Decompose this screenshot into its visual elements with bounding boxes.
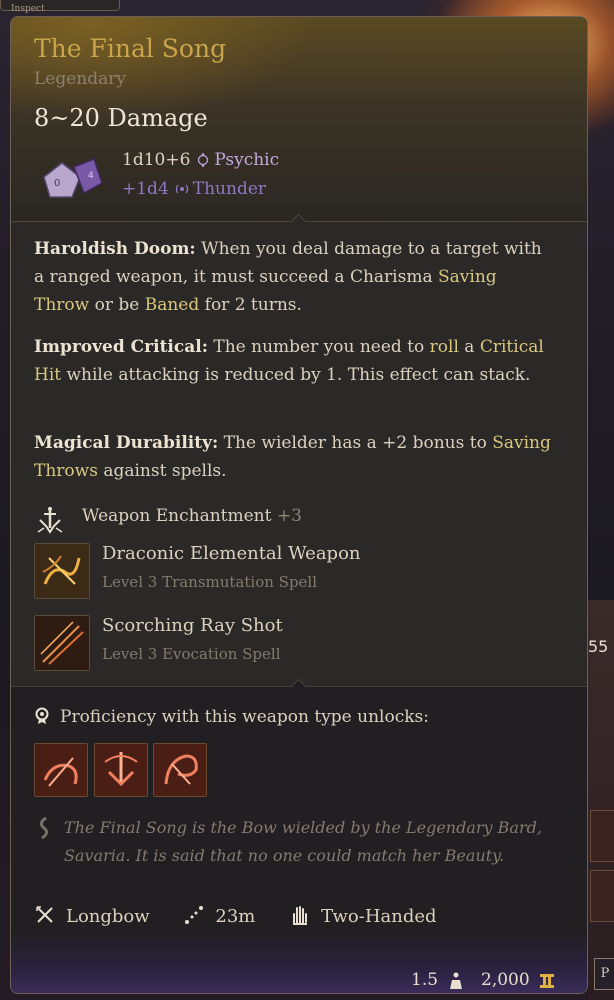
inspect-tab[interactable]: Inspect — [0, 0, 120, 14]
passive-name: Haroldish Doom: — [34, 239, 196, 259]
spell-scorching-ray-shot[interactable]: Scorching Ray Shot Level 3 Evocation Spe… — [34, 615, 554, 671]
property-two-handed: Two-Handed — [289, 904, 437, 927]
dice-value: +1d4 — [122, 179, 169, 199]
proficiency-icon — [35, 707, 49, 724]
weapon-action-icon[interactable] — [94, 743, 148, 797]
svg-text:4: 4 — [88, 171, 94, 181]
spell-level: Level 3 Evocation Spell — [102, 645, 281, 663]
draconic-elemental-weapon-icon — [34, 543, 90, 599]
hud-number: 55 — [588, 637, 609, 656]
weapon-enchantment: Weapon Enchantment +3 — [34, 504, 302, 534]
enchantment-icon — [37, 507, 63, 534]
hud-slot-icon[interactable] — [590, 870, 614, 922]
right-hud-strip — [588, 600, 614, 1000]
item-price: 2,000 — [481, 970, 530, 990]
passive-improved-critical: Improved Critical: The number you need t… — [34, 333, 554, 389]
passive-text: while attacking is reduced by 1. This ef… — [61, 365, 531, 385]
passive-text: or be — [89, 295, 145, 315]
hud-p-button[interactable]: P — [594, 958, 614, 990]
flavor-text: The Final Song is the Bow wielded by the… — [64, 818, 542, 865]
spell-level: Level 3 Transmutation Spell — [102, 573, 318, 591]
passive-text: for 2 turns. — [199, 295, 302, 315]
damage-roll-psychic: 1d10+6 Psychic — [122, 150, 279, 170]
passive-text: The wielder has a +2 bonus to — [218, 433, 493, 453]
damage-roll-thunder: +1d4 Thunder — [122, 179, 266, 199]
scorching-ray-shot-icon — [34, 615, 90, 671]
passive-magical-durability: Magical Durability: The wielder has a +2… — [34, 429, 554, 485]
proficiency-header: Proficiency with this weapon type unlock… — [34, 707, 429, 727]
enchantment-label: Weapon Enchantment — [82, 506, 272, 526]
weapon-action-icon[interactable] — [153, 743, 207, 797]
damage-range: 8~20 Damage — [34, 104, 208, 132]
thunder-icon — [175, 184, 188, 194]
hud-slot-icon[interactable] — [590, 810, 614, 862]
longbow-icon — [36, 906, 53, 923]
item-name: The Final Song — [34, 34, 227, 63]
item-weight: 1.5 — [411, 970, 439, 990]
keyword-link[interactable]: Baned — [145, 295, 200, 315]
damage-type: Thunder — [192, 179, 267, 199]
item-tooltip: The Final Song Legendary 8~20 Damage 0 4… — [10, 16, 588, 994]
item-rarity: Legendary — [34, 69, 126, 89]
enchantment-bonus: +3 — [276, 506, 302, 526]
weapon-properties: Longbow 23m Two-Handed — [34, 904, 465, 927]
property-range: 23m — [183, 904, 255, 927]
two-handed-icon — [293, 906, 308, 925]
damage-type: Psychic — [214, 150, 280, 170]
passive-haroldish-doom: Haroldish Doom: When you deal damage to … — [34, 235, 554, 319]
psychic-icon — [198, 153, 209, 167]
property-longbow: Longbow — [34, 904, 150, 927]
dice-icon: 0 4 — [43, 158, 103, 198]
dice-value: 1d10+6 — [122, 150, 191, 170]
lore-icon — [39, 817, 49, 839]
gold-icon — [540, 974, 554, 988]
proficiency-label: Proficiency with this weapon type unlock… — [60, 707, 429, 727]
spell-draconic-elemental-weapon[interactable]: Draconic Elemental Weapon Level 3 Transm… — [34, 543, 554, 599]
passive-text: against spells. — [97, 461, 227, 481]
keyword-link[interactable]: roll — [430, 337, 459, 357]
inspect-tab-label: Inspect — [11, 4, 45, 14]
tooltip-footer: 1.5 2,000 — [11, 935, 587, 993]
weapon-action-icon[interactable] — [34, 743, 88, 797]
passive-text: The number you need to — [207, 337, 430, 357]
range-icon — [185, 906, 204, 924]
passive-text: a — [458, 337, 480, 357]
weight-icon — [450, 972, 462, 989]
passive-name: Magical Durability: — [34, 433, 219, 453]
property-label: Two-Handed — [321, 906, 437, 927]
spell-name: Draconic Elemental Weapon — [102, 543, 361, 564]
property-label: 23m — [215, 906, 256, 927]
svg-text:0: 0 — [54, 178, 60, 189]
passive-name: Improved Critical: — [34, 337, 208, 357]
spell-name: Scorching Ray Shot — [102, 615, 283, 636]
property-label: Longbow — [66, 906, 150, 927]
